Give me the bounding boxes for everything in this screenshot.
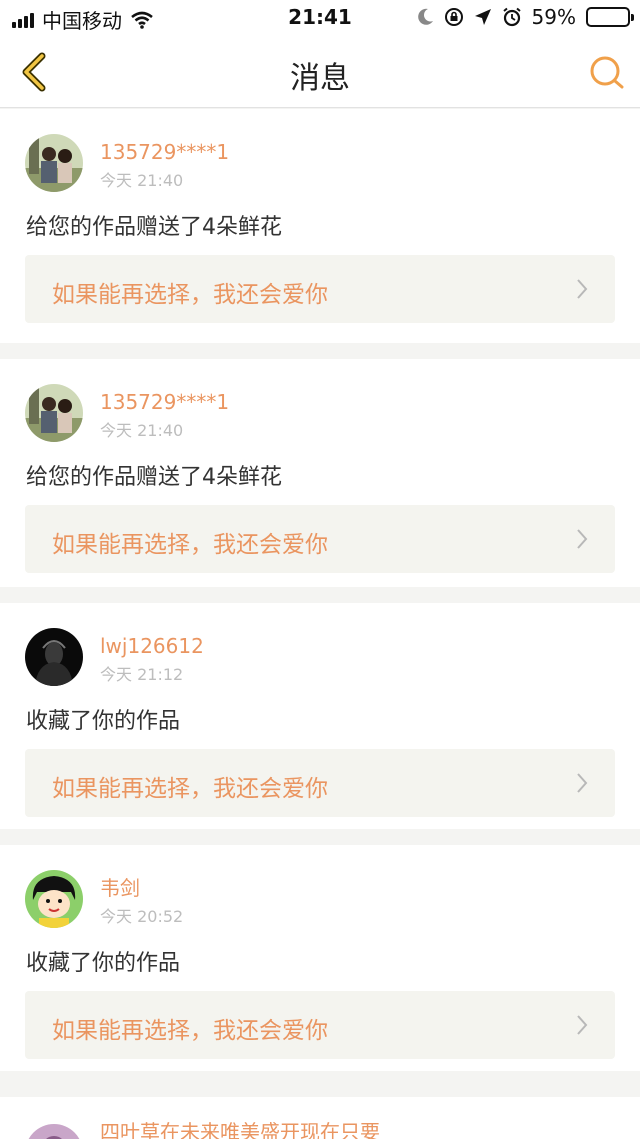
action-text: 给您的作品赠送了4朵鲜花 <box>26 465 282 490</box>
username[interactable]: 韦剑 <box>100 875 183 901</box>
work-link[interactable]: 如果能再选择，我还会爱你 <box>25 991 615 1059</box>
moon-icon <box>417 8 433 25</box>
work-link[interactable]: 如果能再选择，我还会爱你 <box>25 749 615 817</box>
alarm-icon <box>502 7 521 27</box>
user-avatar[interactable] <box>25 628 83 686</box>
user-avatar[interactable] <box>25 134 83 192</box>
username[interactable]: 四叶草在未来唯美盛开现在只要 <box>100 1119 380 1139</box>
action-text: 收藏了你的作品 <box>26 951 181 976</box>
chevron-right-icon <box>577 1015 588 1035</box>
work-title: 如果能再选择，我还会爱你 <box>52 282 328 308</box>
status-bar: 中国移动 21:41 59% <box>0 0 640 36</box>
work-title: 如果能再选择，我还会爱你 <box>52 776 328 802</box>
rotation-lock-icon <box>444 8 463 26</box>
battery-percent: 59% <box>531 5 576 29</box>
chevron-right-icon <box>577 773 588 793</box>
username[interactable]: lwj126612 <box>100 633 204 659</box>
action-text: 给您的作品赠送了4朵鲜花 <box>26 215 282 240</box>
message-item: 135729****1 今天 21:40 给您的作品赠送了4朵鲜花 如果能再选择… <box>0 109 640 343</box>
timestamp: 今天 21:12 <box>100 665 184 684</box>
message-list: 135729****1 今天 21:40 给您的作品赠送了4朵鲜花 如果能再选择… <box>0 109 640 1071</box>
chevron-right-icon <box>577 529 588 549</box>
work-link[interactable]: 如果能再选择，我还会爱你 <box>25 505 615 573</box>
location-icon <box>474 9 491 25</box>
work-title: 如果能再选择，我还会爱你 <box>52 1018 328 1044</box>
action-text: 收藏了你的作品 <box>26 709 181 734</box>
timestamp: 今天 20:52 <box>100 907 184 926</box>
user-avatar[interactable] <box>25 870 83 928</box>
timestamp: 今天 21:40 <box>100 421 184 440</box>
timestamp: 今天 21:40 <box>100 171 184 190</box>
work-link[interactable]: 如果能再选择，我还会爱你 <box>25 255 615 323</box>
user-avatar[interactable] <box>25 384 83 442</box>
chevron-right-icon <box>577 279 588 299</box>
nav-bar: 消息 <box>0 36 640 108</box>
battery-icon <box>586 7 634 27</box>
message-item: 四叶草在未来唯美盛开现在只要 <box>0 1097 640 1139</box>
message-item: 韦剑 今天 20:52 收藏了你的作品 如果能再选择，我还会爱你 <box>0 845 640 1071</box>
message-item: lwj126612 今天 21:12 收藏了你的作品 如果能再选择，我还会爱你 <box>0 603 640 829</box>
work-title: 如果能再选择，我还会爱你 <box>52 532 328 558</box>
search-button[interactable] <box>588 54 626 92</box>
message-item: 135729****1 今天 21:40 给您的作品赠送了4朵鲜花 如果能再选择… <box>0 359 640 587</box>
username[interactable]: 135729****1 <box>100 389 229 415</box>
username[interactable]: 135729****1 <box>100 139 229 165</box>
page-title: 消息 <box>290 61 350 96</box>
user-avatar[interactable] <box>25 1124 83 1139</box>
